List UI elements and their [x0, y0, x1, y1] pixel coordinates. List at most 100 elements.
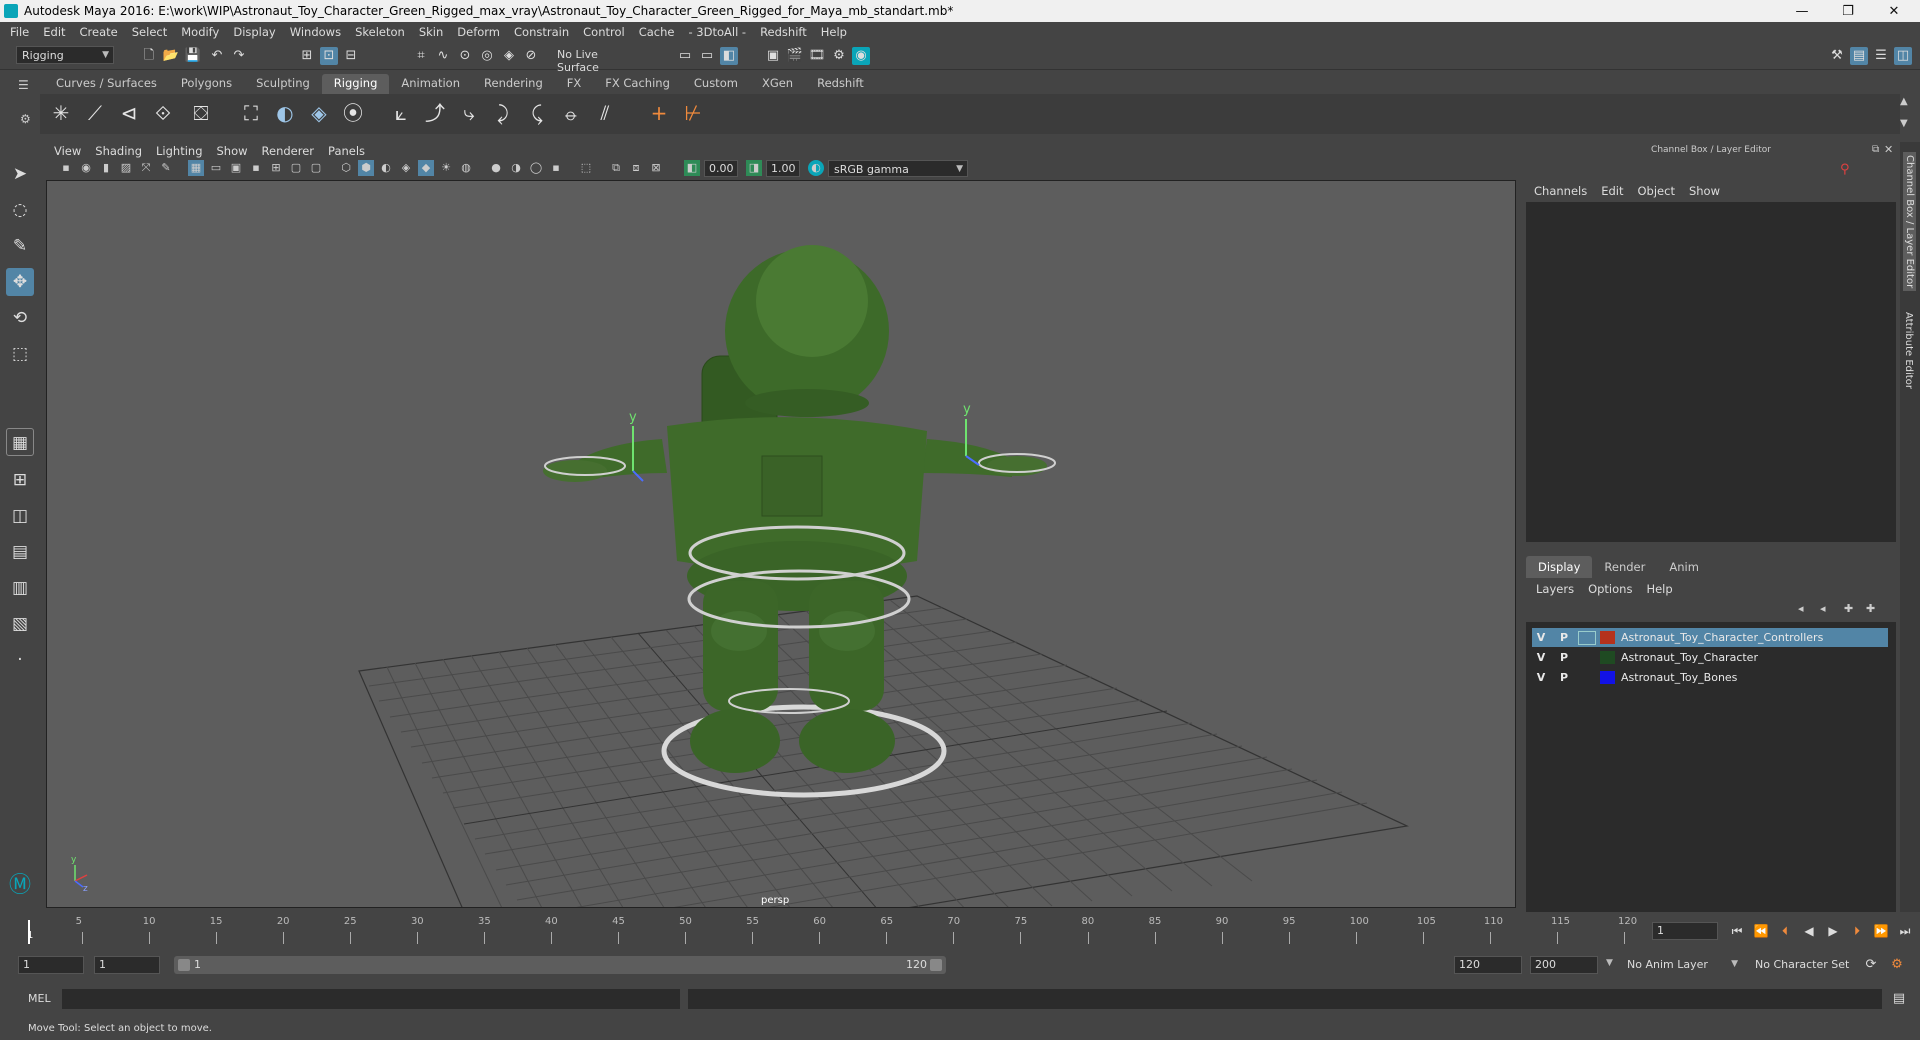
bind-skin-icon[interactable]: ⛶	[236, 98, 266, 128]
go-to-end-icon[interactable]: ⏭	[1896, 922, 1914, 940]
layer-color-swatch[interactable]	[1600, 631, 1615, 644]
view-transform-dropdown[interactable]: sRGB gamma ▼	[828, 160, 968, 177]
layer-playback-toggle[interactable]: P	[1555, 651, 1573, 664]
tab-animation[interactable]: Animation	[389, 74, 473, 94]
xray-active-icon[interactable]: ⧈	[628, 160, 644, 176]
tab-display[interactable]: Display	[1526, 556, 1593, 578]
step-forward-frame-icon[interactable]: ⏵	[1848, 922, 1866, 940]
go-to-start-icon[interactable]: ⏮	[1728, 922, 1746, 940]
minimize-icon[interactable]: —	[1780, 0, 1824, 22]
side-tab-channel-box[interactable]: Channel Box / Layer Editor	[1903, 152, 1916, 292]
anim-layer-dropdown[interactable]: No Anim Layer ▼	[1622, 956, 1742, 974]
tab-rigging[interactable]: Rigging	[321, 74, 390, 94]
layer-visibility-toggle[interactable]: V	[1532, 631, 1550, 644]
hypershade-icon[interactable]: ◉	[852, 47, 870, 65]
le-menu-options[interactable]: Options	[1588, 582, 1632, 596]
textured-icon[interactable]: ◈	[398, 160, 414, 176]
menu-constrain[interactable]: Constrain	[514, 25, 569, 39]
make-live-icon[interactable]: ⊘	[522, 47, 540, 65]
xray-icon[interactable]: ▪	[548, 160, 564, 176]
vp-menu-renderer[interactable]: Renderer	[262, 144, 315, 158]
menu-file[interactable]: File	[10, 25, 29, 39]
range-slider[interactable]: 1 120	[174, 956, 946, 974]
menu-modify[interactable]: Modify	[181, 25, 219, 39]
field-chart-icon[interactable]: ⊞	[268, 160, 284, 176]
move-layer-down-icon[interactable]: ◂	[1820, 602, 1826, 615]
scale-tool-icon[interactable]: ⬚	[6, 340, 34, 368]
menu-skeleton[interactable]: Skeleton	[355, 25, 405, 39]
save-scene-icon[interactable]: 💾	[184, 47, 202, 65]
film-gate-icon[interactable]: ▭	[208, 160, 224, 176]
four-view-layout-icon[interactable]: ⊞	[6, 466, 34, 494]
tab-render[interactable]: Render	[1592, 556, 1657, 578]
close-panel-icon[interactable]: ✕	[1884, 143, 1893, 156]
character-set-dropdown[interactable]: No Character Set	[1750, 956, 1860, 974]
menu-windows[interactable]: Windows	[290, 25, 341, 39]
layer-display-type[interactable]	[1578, 630, 1596, 645]
tab-xgen[interactable]: XGen	[749, 74, 806, 94]
chevron-down-icon[interactable]: ▼	[1606, 958, 1613, 968]
paint-select-tool-icon[interactable]: ✎	[6, 232, 34, 260]
tab-curves-surfaces[interactable]: Curves / Surfaces	[44, 74, 169, 94]
layer-color-swatch[interactable]	[1600, 651, 1615, 664]
construction-history-icon[interactable]: ◧	[720, 47, 738, 65]
point-constraint-icon[interactable]: ⤷	[454, 98, 484, 128]
menu-create[interactable]: Create	[80, 25, 118, 39]
persp-graph-layout-icon[interactable]: ▤	[6, 538, 34, 566]
camera-attributes-icon[interactable]: ◉	[78, 160, 94, 176]
new-scene-icon[interactable]: 🗋	[140, 47, 158, 65]
gamma-field[interactable]: 1.00	[766, 160, 800, 177]
menu-deform[interactable]: Deform	[457, 25, 500, 39]
single-perspective-layout-icon[interactable]: ▦	[6, 428, 34, 456]
toggle-attribute-editor-icon[interactable]: ☰	[1872, 47, 1890, 65]
snap-grid-icon[interactable]: ⌗	[412, 47, 430, 65]
cb-menu-object[interactable]: Object	[1638, 184, 1675, 198]
vp-menu-lighting[interactable]: Lighting	[156, 144, 202, 158]
grease-pencil-icon[interactable]: ✎	[158, 160, 174, 176]
tab-fx-caching[interactable]: FX Caching	[593, 74, 682, 94]
grid-toggle-icon[interactable]: ▦	[188, 160, 204, 176]
layer-name[interactable]: Astronaut_Toy_Character	[1621, 651, 1758, 664]
scale-constraint-icon[interactable]: ⦵	[556, 98, 586, 128]
camera-select-icon[interactable]: ▪	[58, 160, 74, 176]
tab-fx[interactable]: FX	[554, 74, 594, 94]
menu-select[interactable]: Select	[132, 25, 167, 39]
resolution-gate-icon[interactable]: ▣	[228, 160, 244, 176]
tab-rendering[interactable]: Rendering	[472, 74, 555, 94]
step-back-frame-icon[interactable]: ⏴	[1776, 922, 1794, 940]
2d-pan-zoom-icon[interactable]: ⤧	[138, 160, 154, 176]
mirror-joint-icon[interactable]: ⊲	[114, 98, 144, 128]
play-forwards-icon[interactable]: ▶	[1824, 922, 1842, 940]
live-surface-field[interactable]: No Live Surface	[552, 46, 642, 74]
modeling-toolkit-icon[interactable]: ⚒	[1828, 47, 1846, 65]
time-slider[interactable]: 1 5 10 15 20 25 30 35 40 45 50 55 60 65 70 75 80 85 90 95 1…	[24, 916, 1646, 944]
vp-menu-panels[interactable]: Panels	[328, 144, 365, 158]
playback-start-field[interactable]: 1	[94, 956, 160, 974]
menu-edit[interactable]: Edit	[43, 25, 65, 39]
custom-layout-icon[interactable]: ·	[6, 646, 34, 674]
parent-constraint-icon[interactable]: ⫽	[590, 98, 620, 128]
use-all-lights-icon[interactable]: ◆	[418, 160, 434, 176]
cluster-icon[interactable]: ⦿	[338, 98, 368, 128]
layer-name[interactable]: Astronaut_Toy_Bones	[1621, 671, 1737, 684]
vp-menu-shading[interactable]: Shading	[95, 144, 142, 158]
render-settings-icon[interactable]: ⚙	[830, 47, 848, 65]
range-start-handle[interactable]	[178, 959, 190, 971]
input-ops-icon[interactable]: ▭	[676, 47, 694, 65]
quick-rig-icon[interactable]: ⛋	[186, 98, 216, 128]
new-layer-selected-icon[interactable]: ✚	[1866, 602, 1875, 615]
auto-key-icon[interactable]: ⟳	[1862, 956, 1880, 974]
range-end-handle[interactable]	[930, 959, 942, 971]
layer-row-character[interactable]: V P Astronaut_Toy_Character	[1532, 648, 1888, 667]
tab-custom[interactable]: Custom	[681, 74, 750, 94]
joint-tool-icon[interactable]: ✳	[46, 98, 76, 128]
exposure-icon[interactable]: ◧	[684, 160, 700, 176]
animation-start-field[interactable]: 1	[18, 956, 84, 974]
menu-redshift[interactable]: Redshift	[760, 25, 807, 39]
shadows-icon[interactable]: ☀	[438, 160, 454, 176]
shelf-scroll-up-icon[interactable]: ▲	[1900, 96, 1908, 107]
ipr-render-icon[interactable]: 🎞	[808, 47, 826, 65]
ik-handle-icon[interactable]: ⟀	[386, 98, 416, 128]
backface-culling-icon[interactable]: ⊠	[648, 160, 664, 176]
vp-menu-view[interactable]: View	[54, 144, 81, 158]
